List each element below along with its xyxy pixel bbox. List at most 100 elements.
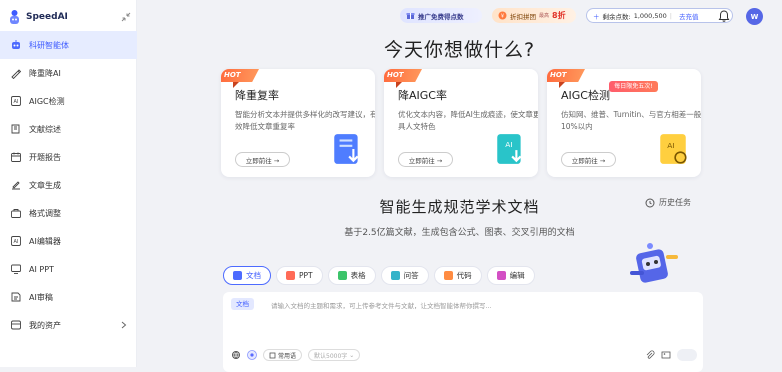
card-description: 优化文本内容，降低AI生成痕迹，使文章更具人文特色 (398, 110, 538, 131)
send-button[interactable] (677, 349, 697, 361)
tab-5[interactable]: 编辑 (486, 266, 535, 285)
editor-toolbar: 常用语 默认5000字 ⌄ (231, 349, 361, 361)
app-name: SpeedAI (26, 12, 68, 22)
feature-card-0[interactable]: HOT 降重复率 智能分析文本并提供多样化的改写建议，有效降低文章重复率 立即前往 → (221, 69, 375, 177)
sidebar-item-10[interactable]: 我的资产 (0, 311, 137, 339)
gift-icon (406, 13, 415, 19)
group-discount-badge[interactable]: ¥ 折扣拼团 最高 8折 (492, 8, 576, 23)
card-illustration-icon: AI (660, 134, 687, 164)
tab-1[interactable]: PPT (276, 266, 323, 285)
bell-icon[interactable] (717, 9, 731, 23)
card-description: 仿知网、维普、Turnitin、与官方相差一般10%以内 (561, 110, 701, 131)
points-value: 1,000,500 (633, 11, 667, 20)
sidebar-item-6[interactable]: 格式调整 (0, 199, 137, 227)
ai-box-icon: AI (11, 236, 21, 246)
sidebar: SpeedAI 科研智能体降重降AI AI AIGC检测 文献综述开题报告文章生成格式… (0, 0, 137, 367)
sidebar-item-label: 降重降AI (29, 68, 61, 78)
tab-label: 代码 (456, 271, 472, 280)
promo-badge[interactable]: 推广免费得点数 (400, 8, 482, 23)
editor-mode-tag: 文档 (231, 298, 254, 310)
sidebar-item-2[interactable]: AI AIGC检测 (0, 87, 137, 115)
card-title: 降重复率 (235, 89, 279, 102)
sidebar-item-3[interactable]: 文献综述 (0, 115, 137, 143)
tab-icon (286, 271, 295, 280)
hot-badge: HOT (547, 69, 585, 82)
sidebar-item-9[interactable]: AI审稿 (0, 283, 137, 311)
logo-icon (10, 10, 19, 24)
attach-icon[interactable] (645, 350, 655, 360)
group-discount-label: 折扣拼团 (510, 12, 536, 21)
sidebar-item-7[interactable]: AI AI编辑器 (0, 227, 137, 255)
svg-text:AI: AI (505, 140, 512, 149)
sidebar-item-4[interactable]: 开题报告 (0, 143, 137, 171)
sidebar-item-label: 我的资产 (29, 320, 61, 330)
sidebar-item-label: AI审稿 (29, 292, 53, 302)
book-mini-icon (269, 352, 276, 358)
tab-label: 编辑 (509, 271, 525, 280)
top-bar: 推广免费得点数 ¥ 折扣拼团 最高 8折 ＋ 剩余点数: 1,000,500 |… (137, 5, 782, 27)
main-area: 推广免费得点数 ¥ 折扣拼团 最高 8折 ＋ 剩余点数: 1,000,500 |… (137, 0, 782, 372)
hot-badge: HOT (384, 69, 422, 82)
sidebar-item-label: AI PPT (29, 264, 54, 274)
card-illustration-icon (334, 134, 359, 164)
chevron-down-icon: ⌄ (349, 351, 355, 359)
book-icon (11, 124, 20, 134)
tab-icon (390, 271, 400, 280)
go-button[interactable]: 立即前往 → (561, 152, 616, 167)
history-button[interactable]: 历史任务 (645, 197, 691, 208)
app-logo[interactable]: SpeedAI (8, 9, 68, 25)
ai-toggle-icon[interactable] (247, 350, 257, 360)
briefcase-icon (11, 209, 21, 218)
mascot-robot-icon (630, 243, 678, 283)
avatar[interactable]: W (746, 8, 763, 25)
tab-3[interactable]: 问答 (380, 266, 429, 285)
svg-text:AI: AI (14, 239, 19, 245)
plus-icon: ＋ (593, 12, 600, 21)
sidebar-item-1[interactable]: 降重降AI (0, 59, 137, 87)
go-button[interactable]: 立即前往 → (398, 152, 453, 167)
card-title: 降AIGC率 (398, 89, 447, 102)
clock-icon (645, 198, 655, 207)
tab-icon (337, 271, 347, 280)
tab-label: PPT (299, 271, 313, 280)
tab-label: 文档 (246, 271, 261, 280)
tab-2[interactable]: 表格 (327, 266, 376, 285)
sidebar-item-label: 开题报告 (29, 152, 61, 162)
chevron-right-icon (121, 321, 127, 329)
monitor-icon (11, 264, 21, 274)
assets-icon (11, 320, 21, 330)
common-phrases-label: 常用语 (278, 352, 297, 360)
tab-label: 问答 (403, 271, 419, 280)
collapse-icon[interactable] (120, 11, 132, 23)
hot-badge: HOT (221, 69, 259, 82)
feature-card-1[interactable]: HOT 降AIGC率优化文本内容，降低AI生成痕迹，使文章更具人文特色立即前往 →… (384, 69, 538, 177)
mode-tabs: 文档 PPT 表格 问答 代码 编辑 (223, 266, 535, 285)
tab-label: 表格 (350, 271, 366, 280)
prompt-input[interactable]: 请输入文档的主题和需求，可上传参考文件与文献，让文档智能体帮你撰写... (271, 300, 492, 310)
common-phrases-chip[interactable]: 常用语 (263, 349, 303, 361)
recharge-link[interactable]: 去充值 (679, 11, 699, 21)
sidebar-item-5[interactable]: 文章生成 (0, 171, 137, 199)
section-subtitle: 基于2.5亿篇文献，生成包含公式、图表、交叉引用的文档 (344, 228, 575, 238)
prompt-editor[interactable]: 文档 请输入文档的主题和需求，可上传参考文件与文献，让文档智能体帮你撰写... … (223, 292, 703, 372)
tab-4[interactable]: 代码 (433, 266, 482, 285)
sidebar-item-0[interactable]: 科研智能体 (0, 31, 137, 59)
sidebar-item-8[interactable]: AI PPT (0, 255, 137, 283)
word-count-select[interactable]: 默认5000字 ⌄ (308, 349, 361, 361)
promo-label: 推广免费得点数 (418, 12, 464, 21)
tab-icon (233, 271, 242, 280)
pen-icon (11, 69, 22, 79)
calendar-icon (11, 152, 21, 162)
discount-value: 8折 (552, 11, 566, 20)
robot-icon (12, 40, 20, 49)
sidebar-nav: 科研智能体降重降AI AI AIGC检测 文献综述开题报告文章生成格式调整 AI AI编辑… (0, 31, 137, 339)
svg-text:¥: ¥ (501, 14, 504, 20)
history-label: 历史任务 (659, 198, 691, 207)
image-upload-icon[interactable] (661, 350, 671, 360)
tab-0[interactable]: 文档 (223, 266, 271, 285)
globe-icon[interactable] (231, 350, 241, 360)
go-button[interactable]: 立即前往 → (235, 152, 290, 167)
feature-card-2[interactable]: HOT AIGC检测 仿知网、维普、Turnitin、与官方相差一般10%以内 立即前… (547, 69, 701, 177)
edit-icon (12, 181, 20, 190)
sidebar-item-label: 文章生成 (29, 180, 61, 190)
